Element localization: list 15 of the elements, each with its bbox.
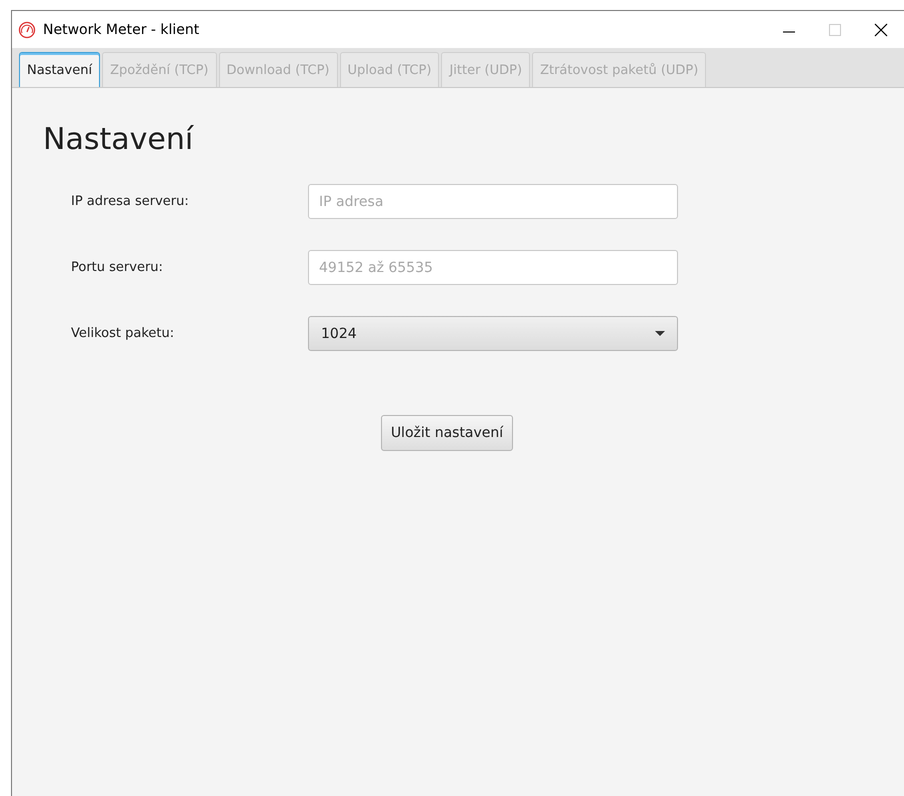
input-field[interactable]: 49152 až 65535 xyxy=(308,250,678,285)
minimize-icon xyxy=(783,30,795,32)
close-icon xyxy=(874,22,888,36)
window-title: Network Meter - klient xyxy=(43,22,200,38)
field-label: Portu serveru: xyxy=(71,260,164,275)
caret-icon xyxy=(655,331,665,336)
dropdown[interactable]: 1024 xyxy=(308,316,678,351)
page-heading: Nastavení xyxy=(43,122,195,157)
field-label: Velikost paketu: xyxy=(71,326,176,341)
gauge-icon xyxy=(18,20,36,38)
input-field[interactable]: IP adresa xyxy=(308,184,678,219)
save-button[interactable]: Uložit nastavení xyxy=(380,415,514,451)
maximize-icon xyxy=(829,24,841,36)
tab[interactable]: Nastavení xyxy=(19,52,100,87)
field-label: IP adresa serveru: xyxy=(71,194,190,209)
